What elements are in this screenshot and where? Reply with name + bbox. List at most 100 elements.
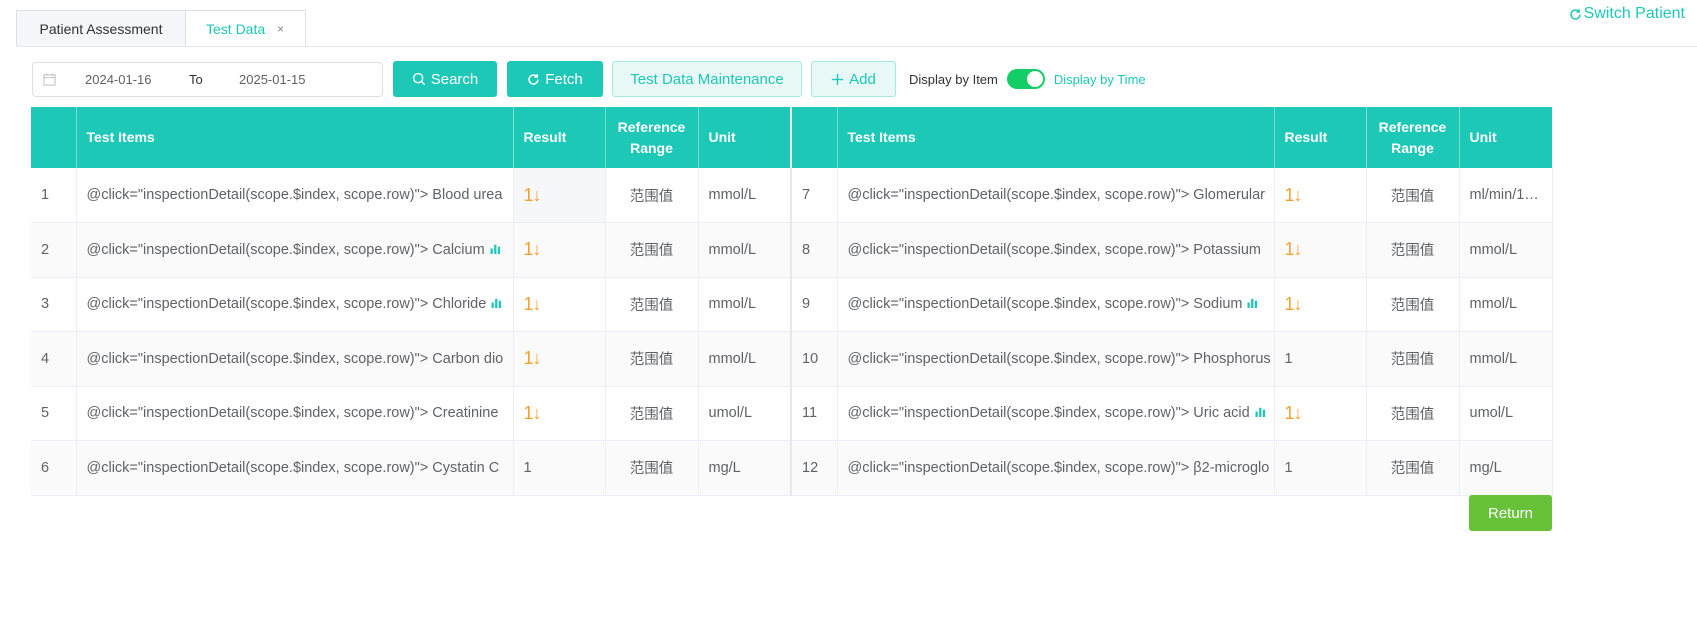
result-cell: 1↓ [513, 277, 606, 332]
test-item-cell[interactable]: @click="inspectionDetail(scope.$index, s… [837, 168, 1275, 223]
header-reference-range: Reference Range [1366, 107, 1460, 168]
reference-range-cell: 范围值 [1366, 440, 1460, 496]
header-ref-line1: Reference [617, 118, 686, 135]
tab-divider [16, 46, 1697, 47]
row-index: 1 [31, 168, 77, 223]
test-item-prefix: @click="inspectionDetail(scope.$index, s… [847, 296, 1190, 313]
end-date-input[interactable]: 2025-01-15 [239, 72, 339, 87]
fetch-button[interactable]: Fetch [507, 61, 603, 97]
result-cell: 1↓ [1274, 386, 1367, 441]
test-item-cell[interactable]: @click="inspectionDetail(scope.$index, s… [76, 331, 514, 387]
test-item-prefix: @click="inspectionDetail(scope.$index, s… [847, 350, 1190, 367]
result-cell: 1 [513, 440, 606, 496]
test-item-cell[interactable]: @click="inspectionDetail(scope.$index, s… [76, 277, 514, 332]
result-cell: 1 [1274, 331, 1367, 387]
test-item-cell[interactable]: @click="inspectionDetail(scope.$index, s… [76, 168, 514, 223]
unit-cell: mmol/L [698, 331, 792, 387]
return-button[interactable]: Return [1469, 495, 1552, 531]
test-item-name[interactable]: Chloride [432, 296, 486, 312]
test-item-name[interactable]: Blood urea [432, 187, 502, 203]
start-date-input[interactable]: 2024-01-16 [85, 72, 185, 87]
tab-label: Patient Assessment [39, 20, 163, 37]
reference-range-cell: 范围值 [605, 440, 699, 496]
bar-chart-icon[interactable] [490, 242, 501, 258]
result-cell: 1↓ [513, 331, 606, 387]
add-button[interactable]: Add [811, 61, 896, 97]
tab-patient-assessment[interactable]: Patient Assessment [16, 10, 186, 47]
date-range-picker[interactable]: 2024-01-16 To 2025-01-15 [32, 61, 383, 97]
test-item-cell[interactable]: @click="inspectionDetail(scope.$index, s… [837, 277, 1275, 332]
display-by-time-label[interactable]: Display by Time [1054, 72, 1146, 87]
result-value: 1↓ [1284, 402, 1303, 423]
add-label: Add [849, 70, 876, 88]
bar-chart-icon[interactable] [1247, 296, 1258, 312]
test-item-prefix: @click="inspectionDetail(scope.$index, s… [86, 405, 429, 422]
bar-chart-icon[interactable] [1255, 405, 1266, 421]
test-item-name[interactable]: Potassium [1193, 242, 1261, 258]
header-unit: Unit [698, 107, 792, 168]
tab-bar: Patient Assessment Test Data × [16, 10, 306, 47]
result-value: 1↓ [523, 184, 542, 205]
unit-cell: mmol/L [698, 168, 792, 223]
test-data-maintenance-button[interactable]: Test Data Maintenance [612, 61, 802, 97]
test-item-cell[interactable]: @click="inspectionDetail(scope.$index, s… [837, 386, 1275, 441]
reference-range-cell: 范围值 [1366, 331, 1460, 387]
test-item-name[interactable]: Carbon dio [432, 351, 503, 367]
result-cell: 1↓ [513, 168, 606, 223]
test-item-prefix: @click="inspectionDetail(scope.$index, s… [86, 241, 429, 258]
tab-test-data[interactable]: Test Data × [186, 10, 306, 47]
search-button[interactable]: Search [393, 61, 497, 97]
calendar-icon [43, 72, 61, 86]
test-item-prefix: @click="inspectionDetail(scope.$index, s… [86, 350, 429, 367]
header-ref-line2: Range [1391, 139, 1434, 156]
test-item-cell[interactable]: @click="inspectionDetail(scope.$index, s… [837, 331, 1275, 387]
row-index: 2 [31, 222, 77, 278]
refresh-icon [528, 73, 539, 85]
switch-patient-button[interactable]: Switch Patient [1569, 5, 1685, 23]
test-item-prefix: @click="inspectionDetail(scope.$index, s… [86, 459, 429, 476]
table-row: 1 @click="inspectionDetail(scope.$index, … [31, 168, 1553, 223]
test-item-name[interactable]: β2-microglo [1193, 460, 1269, 476]
test-item-prefix: @click="inspectionDetail(scope.$index, s… [847, 187, 1190, 203]
return-label: Return [1487, 504, 1534, 522]
row-index: 6 [31, 440, 77, 496]
table-row: 4 @click="inspectionDetail(scope.$index, … [31, 331, 1553, 387]
result-cell: 1↓ [1274, 277, 1367, 332]
unit-cell: mmol/L [1459, 331, 1553, 387]
row-index: 4 [31, 331, 77, 387]
test-item-cell[interactable]: @click="inspectionDetail(scope.$index, s… [76, 386, 514, 441]
test-item-cell[interactable]: @click="inspectionDetail(scope.$index, s… [837, 440, 1275, 496]
result-value: 1↓ [523, 402, 542, 423]
display-mode-switch[interactable] [1006, 69, 1045, 89]
refresh-icon [1569, 8, 1581, 20]
result-cell: 1↓ [1274, 222, 1367, 278]
table-row: 5 @click="inspectionDetail(scope.$index, … [31, 386, 1553, 441]
test-item-name[interactable]: Uric acid [1193, 405, 1249, 421]
test-item-prefix: @click="inspectionDetail(scope.$index, s… [847, 405, 1190, 422]
test-item-name[interactable]: Calcium [432, 242, 484, 258]
result-cell: 1↓ [513, 386, 606, 441]
reference-range-cell: 范围值 [605, 386, 699, 441]
test-data-table: Test Items Result Reference Range Unit Te… [31, 107, 1553, 496]
test-item-prefix: @click="inspectionDetail(scope.$index, s… [847, 241, 1190, 258]
display-by-item-label[interactable]: Display by Item [909, 72, 998, 87]
result-cell: 1↓ [1274, 168, 1367, 223]
row-index: 9 [790, 277, 838, 332]
result-value: 1↓ [1284, 293, 1303, 314]
reference-range-cell: 范围值 [1366, 168, 1460, 223]
test-item-prefix: @click="inspectionDetail(scope.$index, s… [86, 296, 429, 313]
test-item-name[interactable]: Creatinine [432, 405, 498, 421]
close-icon[interactable]: × [277, 22, 284, 36]
test-item-name[interactable]: Sodium [1193, 296, 1242, 312]
test-item-cell[interactable]: @click="inspectionDetail(scope.$index, s… [76, 222, 514, 278]
test-item-cell[interactable]: @click="inspectionDetail(scope.$index, s… [837, 222, 1275, 278]
test-item-name[interactable]: Cystatin C [432, 460, 499, 476]
row-index: 5 [31, 386, 77, 441]
test-item-cell[interactable]: @click="inspectionDetail(scope.$index, s… [76, 440, 514, 496]
bar-chart-icon[interactable] [491, 296, 502, 312]
test-item-name[interactable]: Glomerular [1193, 187, 1265, 203]
result-value: 1 [1284, 459, 1293, 476]
header-index [790, 107, 838, 168]
test-item-name[interactable]: Phosphorus [1193, 351, 1270, 367]
table-row: 6 @click="inspectionDetail(scope.$index, … [31, 440, 1553, 496]
